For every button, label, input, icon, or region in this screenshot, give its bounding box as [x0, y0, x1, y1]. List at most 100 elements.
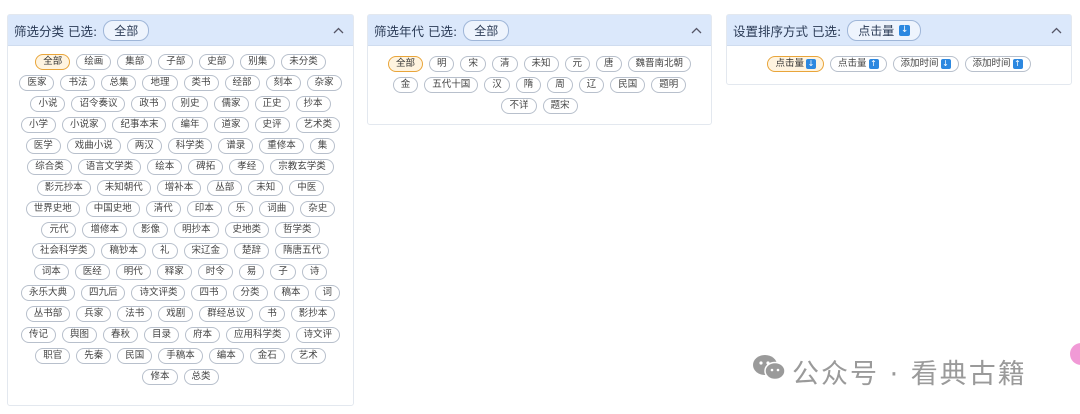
category-tag[interactable]: 先秦 — [76, 348, 112, 364]
category-tag[interactable]: 诗 — [301, 264, 328, 280]
sort-header[interactable]: 设置排序方式 已选: 点击量 ↓ — [727, 15, 1071, 46]
category-tag[interactable]: 增补本 — [156, 180, 202, 196]
category-tag[interactable]: 群经总议 — [199, 306, 254, 322]
sort-option[interactable]: 点击量 ↓ — [767, 56, 824, 72]
era-tag[interactable]: 不详 — [501, 98, 537, 114]
category-tag[interactable]: 分类 — [232, 285, 268, 301]
category-tag[interactable]: 类书 — [183, 75, 219, 91]
category-tag[interactable]: 儒家 — [213, 96, 249, 112]
category-tag[interactable]: 谱录 — [218, 138, 254, 154]
category-tag[interactable]: 集 — [309, 138, 336, 154]
category-tag[interactable]: 医家 — [19, 75, 55, 91]
category-tag[interactable]: 目录 — [143, 327, 179, 343]
category-tag[interactable]: 词本 — [33, 264, 69, 280]
floating-button[interactable] — [1070, 343, 1080, 365]
category-tag[interactable]: 纪事本末 — [112, 117, 167, 133]
category-tag[interactable]: 春秋 — [102, 327, 138, 343]
category-tag[interactable]: 丛部 — [207, 180, 243, 196]
category-tag[interactable]: 词 — [314, 285, 341, 301]
category-tag[interactable]: 孝经 — [229, 159, 265, 175]
category-tag[interactable]: 永乐大典 — [20, 285, 75, 301]
era-tag[interactable]: 明 — [428, 56, 455, 72]
category-tag[interactable]: 未分类 — [281, 54, 326, 70]
era-tag[interactable]: 宋 — [460, 56, 486, 72]
category-tag[interactable]: 法书 — [117, 306, 153, 322]
category-tag[interactable]: 世界史地 — [25, 201, 80, 217]
category-tag[interactable]: 释家 — [156, 264, 192, 280]
category-tag[interactable]: 书 — [259, 306, 285, 322]
era-tag[interactable]: 周 — [547, 77, 573, 93]
category-tag[interactable]: 增修本 — [82, 222, 127, 238]
category-tag[interactable]: 总类 — [183, 369, 219, 385]
chevron-up-icon[interactable] — [689, 23, 703, 37]
category-filter-header[interactable]: 筛选分类 已选: 全部 — [8, 15, 353, 46]
category-tag[interactable]: 民国 — [117, 348, 153, 364]
category-tag[interactable]: 总集 — [101, 75, 137, 91]
category-tag[interactable]: 政书 — [131, 96, 167, 112]
era-tag[interactable]: 汉 — [484, 77, 510, 93]
era-filter-header[interactable]: 筛选年代 已选: 全部 — [368, 15, 711, 46]
era-tag[interactable]: 金 — [392, 77, 419, 93]
category-tag[interactable]: 戏曲小说 — [66, 138, 121, 154]
category-tag[interactable]: 未知 — [248, 180, 284, 196]
category-tag[interactable]: 艺术类 — [295, 117, 341, 133]
category-tag[interactable]: 史地类 — [224, 222, 270, 238]
category-tag[interactable]: 府本 — [185, 327, 221, 343]
category-tag[interactable]: 手稿本 — [158, 348, 203, 364]
category-tag[interactable]: 元代 — [41, 222, 77, 238]
category-tag[interactable]: 明抄本 — [174, 222, 219, 238]
era-tag[interactable]: 隋 — [515, 77, 542, 93]
category-tag[interactable]: 艺术 — [290, 348, 326, 364]
category-tag[interactable]: 稿本 — [273, 285, 309, 301]
category-tag[interactable]: 医学 — [25, 138, 61, 154]
era-tag[interactable]: 全部 — [387, 56, 423, 72]
category-tag[interactable]: 语言文学类 — [77, 159, 142, 175]
category-tag[interactable]: 戏剧 — [158, 306, 194, 322]
category-tag[interactable]: 社会科学类 — [31, 243, 96, 259]
sort-option[interactable]: 添加时间 ↓ — [892, 56, 959, 72]
category-tag[interactable]: 诏令奏议 — [71, 96, 126, 112]
category-tag[interactable]: 传记 — [20, 327, 56, 343]
category-tag[interactable]: 职官 — [35, 348, 71, 364]
category-tag[interactable]: 碑拓 — [188, 159, 224, 175]
category-tag[interactable]: 宋辽金 — [183, 243, 229, 259]
era-tag[interactable]: 民国 — [610, 77, 646, 93]
category-tag[interactable]: 综合类 — [27, 159, 72, 175]
category-tag[interactable]: 别史 — [172, 96, 208, 112]
category-tag[interactable]: 影抄本 — [290, 306, 336, 322]
sort-option[interactable]: 点击量 ↑ — [829, 56, 887, 72]
era-tag[interactable]: 魏晋南北朝 — [627, 56, 692, 72]
era-tag[interactable]: 清 — [491, 56, 518, 72]
category-tag[interactable]: 四书 — [191, 285, 227, 301]
category-tag[interactable]: 史评 — [254, 117, 290, 133]
category-tag[interactable]: 地理 — [142, 75, 178, 91]
category-tag[interactable]: 明代 — [115, 264, 151, 280]
category-tag[interactable]: 医经 — [74, 264, 110, 280]
category-tag[interactable]: 词曲 — [259, 201, 295, 217]
era-tag[interactable]: 唐 — [596, 56, 622, 72]
category-tag[interactable]: 影元抄本 — [36, 180, 91, 196]
category-tag[interactable]: 时令 — [197, 264, 233, 280]
category-tag[interactable]: 隋唐五代 — [275, 243, 330, 259]
category-tag[interactable]: 绘画 — [76, 54, 112, 70]
category-tag[interactable]: 易 — [238, 264, 265, 280]
category-tag[interactable]: 史部 — [199, 54, 235, 70]
era-tag[interactable]: 题明 — [651, 77, 687, 93]
era-tag[interactable]: 元 — [564, 56, 591, 72]
category-tag[interactable]: 科学类 — [167, 138, 213, 154]
category-tag[interactable]: 未知朝代 — [96, 180, 151, 196]
category-tag[interactable]: 绘本 — [147, 159, 183, 175]
era-tag[interactable]: 题宋 — [542, 98, 578, 114]
category-tag[interactable]: 两汉 — [126, 138, 162, 154]
category-tag[interactable]: 集部 — [117, 54, 153, 70]
category-tag[interactable]: 礼 — [151, 243, 178, 259]
category-tag[interactable]: 别集 — [240, 54, 276, 70]
category-tag[interactable]: 刻本 — [265, 75, 301, 91]
era-tag[interactable]: 五代十国 — [424, 77, 479, 93]
category-tag[interactable]: 影像 — [132, 222, 168, 238]
category-tag[interactable]: 子 — [270, 264, 296, 280]
category-tag[interactable]: 乐 — [227, 201, 254, 217]
category-tag[interactable]: 楚辞 — [234, 243, 270, 259]
chevron-up-icon[interactable] — [331, 23, 345, 37]
category-tag[interactable]: 书法 — [60, 75, 96, 91]
